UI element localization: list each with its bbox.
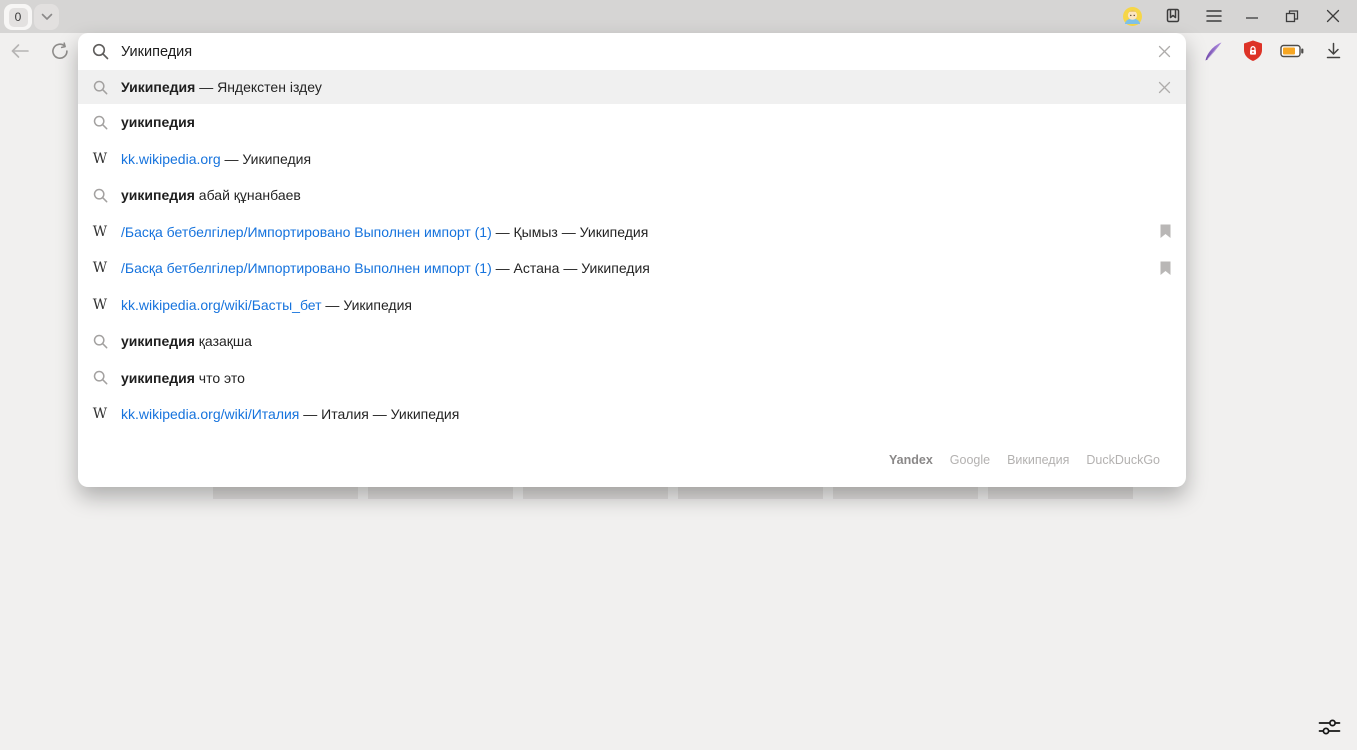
address-bar-query[interactable]: Уикипедия xyxy=(121,44,1156,60)
suggestion-text: уикипедия xyxy=(121,114,1172,130)
omnibox-dropdown: Уикипедия Уикипедия — Яндекстен іздеу уи… xyxy=(78,33,1186,487)
suggestion-row[interactable]: уикипедия что это xyxy=(78,360,1186,397)
suggestion-row[interactable]: W kk.wikipedia.org/wiki/Басты_бет — Уики… xyxy=(78,287,1186,324)
reload-icon xyxy=(51,42,69,60)
quill-icon xyxy=(1203,41,1224,62)
reload-button[interactable] xyxy=(48,39,72,63)
tab-panels-icon[interactable] xyxy=(1161,4,1185,28)
titlebar: 0 xyxy=(0,0,1357,33)
menu-button[interactable] xyxy=(1202,4,1226,28)
wikipedia-w-icon: W xyxy=(90,260,110,276)
tab-zero[interactable]: 0 xyxy=(4,4,32,30)
suggestion-row[interactable]: уикипедия қазақша xyxy=(78,323,1186,360)
tune-sliders-icon xyxy=(1318,717,1341,737)
chevron-down-icon xyxy=(41,13,53,21)
suggestion-row[interactable]: W kk.wikipedia.org — Уикипедия xyxy=(78,141,1186,178)
restore-icon xyxy=(1285,9,1300,24)
download-icon xyxy=(1325,42,1342,60)
search-icon xyxy=(90,80,110,95)
tab-zero-badge: 0 xyxy=(9,8,28,27)
engine-wikipedia[interactable]: Википедия xyxy=(1007,453,1069,467)
downloads-button[interactable] xyxy=(1321,39,1345,63)
minimize-button[interactable] xyxy=(1240,4,1264,28)
search-icon xyxy=(90,43,110,60)
suggestion-row[interactable]: W /Басқа бетбелгілер/Импортировано Выпол… xyxy=(78,214,1186,251)
engine-yandex[interactable]: Yandex xyxy=(889,453,933,467)
wikipedia-w-icon: W xyxy=(90,224,110,240)
suggestion-row[interactable]: Уикипедия — Яндекстен іздеу xyxy=(78,70,1186,104)
hamburger-icon xyxy=(1206,9,1222,23)
bookmark-icon xyxy=(1159,261,1172,276)
address-bar[interactable]: Уикипедия xyxy=(78,33,1186,70)
suggestion-text: уикипедия абай құнанбаев xyxy=(121,187,1172,203)
back-button[interactable] xyxy=(8,39,32,63)
suggestion-text: /Басқа бетбелгілер/Импортировано Выполне… xyxy=(121,260,1159,276)
suggestion-text: /Басқа бетбелгілер/Импортировано Выполне… xyxy=(121,224,1159,240)
suggestion-row[interactable]: W /Басқа бетбелгілер/Импортировано Выпол… xyxy=(78,250,1186,287)
profile-avatar[interactable] xyxy=(1120,4,1144,28)
remove-suggestion-button[interactable] xyxy=(1156,79,1172,95)
wikipedia-w-icon: W xyxy=(90,297,110,313)
protect-passwords-button[interactable] xyxy=(1241,39,1265,63)
engine-google[interactable]: Google xyxy=(950,453,990,467)
suggestion-text: уикипедия что это xyxy=(121,370,1172,386)
engine-duckduckgo[interactable]: DuckDuckGo xyxy=(1086,453,1160,467)
avatar-girl-icon xyxy=(1123,7,1142,26)
search-icon xyxy=(90,370,110,385)
close-window-button[interactable] xyxy=(1321,4,1345,28)
close-icon xyxy=(1326,9,1340,23)
page-settings-button[interactable] xyxy=(1315,713,1343,741)
search-icon xyxy=(90,188,110,203)
battery-icon xyxy=(1280,44,1304,58)
restore-button[interactable] xyxy=(1280,4,1304,28)
suggestion-row[interactable]: уикипедия абай құнанбаев xyxy=(78,177,1186,214)
search-icon xyxy=(90,334,110,349)
suggestion-text: kk.wikipedia.org/wiki/Италия — Италия — … xyxy=(121,406,1172,422)
wikipedia-w-icon: W xyxy=(90,151,110,167)
clear-input-button[interactable] xyxy=(1156,44,1172,60)
suggestion-text: kk.wikipedia.org/wiki/Басты_бет — Уикипе… xyxy=(121,297,1172,313)
notes-quill-button[interactable] xyxy=(1201,39,1225,63)
battery-saver-button[interactable] xyxy=(1280,39,1304,63)
bookmark-icon xyxy=(1159,224,1172,239)
back-arrow-icon xyxy=(10,43,30,59)
search-engine-switcher: Yandex Google Википедия DuckDuckGo xyxy=(78,433,1186,487)
tab-list-chevron-button[interactable] xyxy=(34,4,59,30)
search-icon xyxy=(90,115,110,130)
suggestion-text: Уикипедия — Яндекстен іздеу xyxy=(121,79,1156,95)
suggestion-row[interactable]: W kk.wikipedia.org/wiki/Италия — Италия … xyxy=(78,396,1186,433)
shield-lock-icon xyxy=(1243,40,1263,62)
minimize-icon xyxy=(1245,9,1259,23)
suggestion-text: kk.wikipedia.org — Уикипедия xyxy=(121,151,1172,167)
suggestion-row[interactable]: уикипедия xyxy=(78,104,1186,141)
suggestion-text: уикипедия қазақша xyxy=(121,333,1172,349)
wikipedia-w-icon: W xyxy=(90,406,110,422)
